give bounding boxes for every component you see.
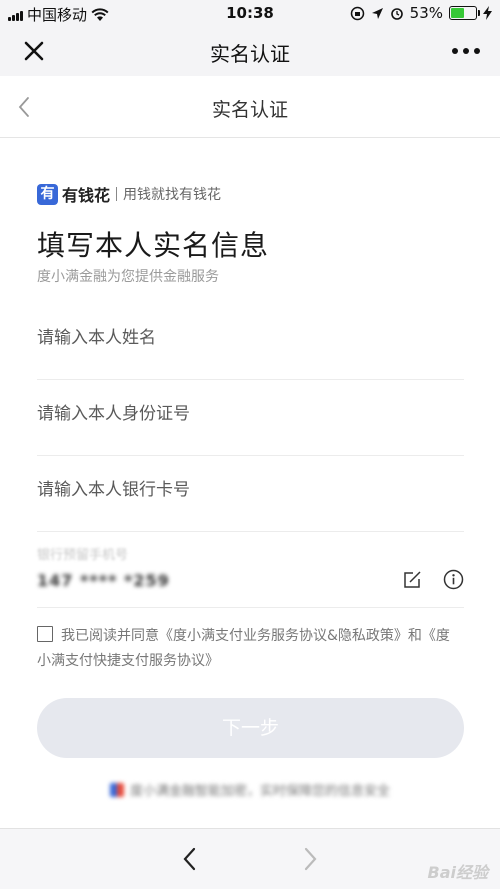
bank-card-input[interactable] [37,470,464,510]
agreement-row: 我已阅读并同意《度小满支付业务服务协议&隐私政策》和《度 小满支付快捷支付服务协… [37,624,464,674]
location-icon [371,7,383,19]
info-icon[interactable] [443,569,464,590]
charging-icon [483,6,492,20]
battery-percent: 53% [409,4,443,22]
id-number-input[interactable] [37,394,464,434]
id-field-row [37,394,464,456]
watermark: Bai经验 [427,863,488,882]
brand-row: 有 有钱花 用钱就找有钱花 [37,182,221,206]
status-bar: 中国移动 10:38 53% [0,0,500,26]
security-note-text: 度小满金融智能加密，实时保障您的信息安全 [129,784,390,799]
phone-field-row: 银行预留手机号 147 **** *259 [37,544,464,608]
brand-name: 有钱花 [62,186,111,205]
agreement-checkbox[interactable] [37,626,53,642]
webview-title-bar: 实名认证 [0,26,500,76]
nav-back-icon[interactable] [180,847,200,871]
brand-divider [116,187,118,201]
phone-value[interactable]: 147 **** *259 [37,571,464,590]
security-note: 度小满金融智能加密，实时保障您的信息安全 [0,780,500,799]
brand-logo: 有 [37,183,58,205]
status-right: 53% [350,4,492,22]
phone-label: 银行预留手机号 [37,548,129,563]
battery-icon [449,6,480,20]
browser-bottom-bar: Bai经验 [0,828,500,889]
page-title: 实名认证 [211,99,288,121]
page-header: 实名认证 [0,76,500,138]
alarm-icon [390,8,403,20]
name-input[interactable] [37,318,464,358]
nav-forward-icon[interactable] [300,847,320,871]
webview-title: 实名认证 [210,42,290,66]
agreement-text[interactable]: 我已阅读并同意《度小满支付业务服务协议&隐私政策》和《度 小满支付快捷支付服务协… [37,624,464,674]
more-options-icon[interactable] [452,48,480,54]
name-field-row [37,318,464,380]
agreement-text-line2[interactable]: 小满支付快捷支付服务协议》 [37,649,464,674]
next-button[interactable]: 下一步 [37,698,464,758]
security-shield-icon [109,783,124,797]
form-title: 填写本人实名信息 [37,229,270,262]
form-subtitle: 度小满金融为您提供金融服务 [37,269,219,285]
battery-fill [451,8,464,18]
agreement-text-line1[interactable]: 我已阅读并同意《度小满支付业务服务协议&隐私政策》和《度 [61,628,450,644]
edit-icon[interactable] [402,570,422,590]
brand-slogan: 用钱就找有钱花 [123,187,222,203]
orientation-lock-icon [350,6,364,20]
card-field-row [37,470,464,532]
